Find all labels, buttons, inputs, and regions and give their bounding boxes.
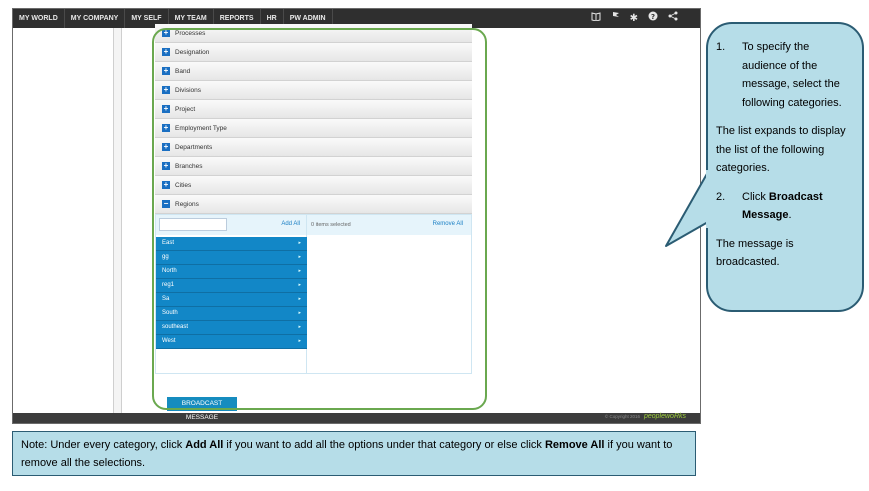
step-text: Click Broadcast Message.: [742, 188, 856, 225]
copyright-text: © Copyright 2016: [604, 414, 640, 419]
callout-text: 1. To specify the audience of the messag…: [716, 38, 856, 272]
note-box: Note: Under every category, click Add Al…: [12, 431, 696, 476]
nav-my-company[interactable]: MY COMPANY: [65, 9, 126, 28]
callout-seam: [706, 170, 712, 228]
step-2: 2. Click Broadcast Message.: [716, 188, 856, 225]
nav-my-world[interactable]: MY WORLD: [13, 9, 65, 28]
step-text-pre: Click: [742, 190, 769, 203]
step-1: 1. To specify the audience of the messag…: [716, 38, 856, 112]
callout-paragraph: The message is broadcasted.: [716, 237, 794, 269]
callout-paragraph: The list expands to display the list of …: [716, 125, 846, 174]
app-footer: © Copyright 2016 peoplewoRks: [13, 413, 700, 423]
note-text: Note: Under every category, click: [21, 439, 186, 451]
note-bold: Add All: [185, 439, 224, 451]
left-sidebar-edge: [113, 28, 122, 414]
asterisk-icon[interactable]: ✱: [630, 9, 638, 28]
help-icon[interactable]: ?: [648, 9, 658, 28]
step-text: To specify the audience of the message, …: [742, 41, 842, 109]
tutorial-slide: MY WORLD MY COMPANY MY SELF MY TEAM REPO…: [0, 0, 869, 491]
highlight-outline: [152, 28, 487, 410]
step-number: 2.: [716, 190, 726, 203]
book-icon[interactable]: [591, 9, 601, 28]
brand-logo: peoplewoRks: [643, 413, 686, 420]
step-text-post: .: [788, 209, 792, 221]
note-bold: Remove All: [544, 439, 605, 451]
step-number: 1.: [716, 41, 726, 53]
flag-icon[interactable]: [611, 9, 620, 28]
nav-icon-group: ✱ ?: [591, 9, 678, 28]
share-icon[interactable]: [668, 9, 678, 28]
svg-text:?: ?: [651, 13, 655, 21]
note-text: if you want to add all the options under…: [223, 439, 545, 451]
